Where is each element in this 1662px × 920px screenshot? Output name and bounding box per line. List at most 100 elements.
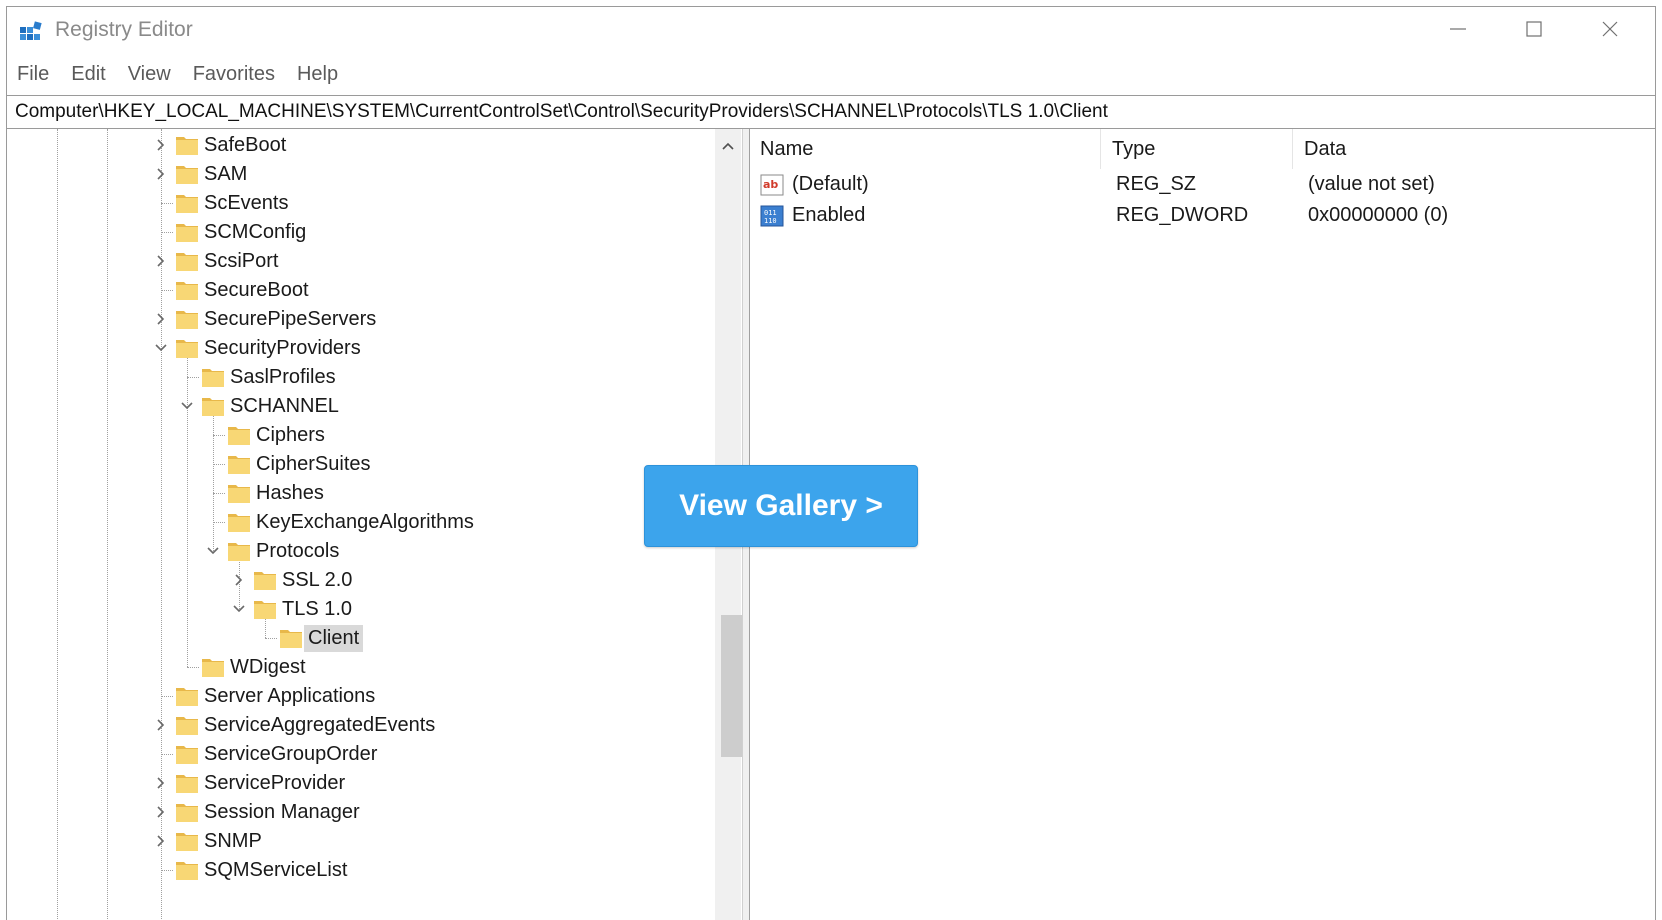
tree-expander[interactable] bbox=[230, 599, 248, 619]
address-input[interactable] bbox=[13, 98, 1649, 126]
tree-branch-line bbox=[213, 435, 225, 436]
tree-node[interactable]: SCHANNEL bbox=[7, 392, 707, 421]
tree-expander[interactable] bbox=[152, 309, 170, 329]
close-icon bbox=[1602, 21, 1618, 37]
tree-expander[interactable] bbox=[152, 164, 170, 184]
folder-icon bbox=[175, 829, 199, 853]
menu-help[interactable]: Help bbox=[286, 57, 349, 93]
tree-expander[interactable] bbox=[152, 831, 170, 851]
value-name: (Default) bbox=[792, 173, 869, 195]
tree-expander[interactable] bbox=[152, 802, 170, 822]
window-title: Registry Editor bbox=[55, 18, 193, 41]
title-bar[interactable]: Registry Editor bbox=[7, 7, 1655, 53]
tree-branch-line bbox=[161, 870, 173, 871]
tree-node[interactable]: SSL 2.0 bbox=[7, 566, 707, 595]
tree-branch-line bbox=[161, 232, 173, 233]
tree-expander[interactable] bbox=[152, 338, 170, 358]
menu-edit[interactable]: Edit bbox=[60, 57, 116, 93]
tree-node[interactable]: TLS 1.0 bbox=[7, 595, 707, 624]
tree-node[interactable]: SecurityProviders bbox=[7, 334, 707, 363]
tree-expander[interactable] bbox=[204, 541, 222, 561]
tree-node-label: Protocols bbox=[256, 540, 340, 562]
tree-node[interactable]: SafeBoot bbox=[7, 131, 707, 160]
tree-node[interactable]: KeyExchangeAlgorithms bbox=[7, 508, 707, 537]
tree-node[interactable]: Ciphers bbox=[7, 421, 707, 450]
list-item[interactable]: 011 110 Enabled REG_DWORD 0x00000000 (0) bbox=[750, 202, 1655, 232]
tree-node[interactable]: SQMServiceList bbox=[7, 856, 707, 885]
tree-node[interactable]: Hashes bbox=[7, 479, 707, 508]
folder-icon bbox=[175, 771, 199, 795]
column-header-name[interactable]: Name bbox=[750, 129, 1101, 169]
tree-node[interactable]: ServiceProvider bbox=[7, 769, 707, 798]
folder-icon bbox=[175, 191, 199, 215]
tree-node-label: SecureBoot bbox=[204, 279, 309, 301]
tree-node-label: ScEvents bbox=[204, 192, 289, 214]
tree-expander[interactable] bbox=[178, 396, 196, 416]
tree-node[interactable]: CipherSuites bbox=[7, 450, 707, 479]
minimize-button[interactable] bbox=[1423, 9, 1493, 49]
folder-icon bbox=[175, 713, 199, 737]
tree-node-label: ServiceGroupOrder bbox=[204, 743, 378, 765]
tree-node-label: ServiceProvider bbox=[204, 772, 346, 794]
tree-node[interactable]: ServiceGroupOrder bbox=[7, 740, 707, 769]
tree-node[interactable]: Protocols bbox=[7, 537, 707, 566]
folder-icon bbox=[227, 539, 251, 563]
tree-node[interactable]: ScsiPort bbox=[7, 247, 707, 276]
menu-favorites[interactable]: Favorites bbox=[182, 57, 286, 93]
folder-icon bbox=[175, 278, 199, 302]
tree-expander[interactable] bbox=[152, 135, 170, 155]
tree-node[interactable]: Server Applications bbox=[7, 682, 707, 711]
menu-view[interactable]: View bbox=[117, 57, 182, 93]
chevron-right-icon bbox=[157, 255, 165, 267]
scroll-up-button[interactable] bbox=[715, 129, 741, 163]
column-header-type[interactable]: Type bbox=[1102, 129, 1293, 169]
menu-file[interactable]: File bbox=[7, 57, 60, 93]
tree-branch-line bbox=[213, 464, 225, 465]
tree-node[interactable]: WDigest bbox=[7, 653, 707, 682]
tree-node-label: Session Manager bbox=[204, 801, 360, 823]
tree-node[interactable]: Session Manager bbox=[7, 798, 707, 827]
tree-expander[interactable] bbox=[152, 715, 170, 735]
folder-icon bbox=[175, 249, 199, 273]
tree-branch-line bbox=[213, 522, 225, 523]
folder-icon bbox=[227, 452, 251, 476]
tree-node-label: SNMP bbox=[204, 830, 262, 852]
tree-node[interactable]: SecureBoot bbox=[7, 276, 707, 305]
tree-node-label: SCHANNEL bbox=[230, 395, 339, 417]
tree-branch-line bbox=[187, 377, 199, 378]
tree-node[interactable]: SNMP bbox=[7, 827, 707, 856]
column-header-data[interactable]: Data bbox=[1294, 129, 1654, 169]
tree-expander[interactable] bbox=[152, 251, 170, 271]
menu-bar: File Edit View Favorites Help bbox=[7, 57, 1655, 93]
maximize-button[interactable] bbox=[1499, 9, 1569, 49]
close-button[interactable] bbox=[1575, 9, 1645, 49]
tree-node[interactable]: SCMConfig bbox=[7, 218, 707, 247]
chevron-down-icon bbox=[207, 547, 219, 555]
tree-node[interactable]: SecurePipeServers bbox=[7, 305, 707, 334]
scroll-thumb[interactable] bbox=[721, 615, 742, 757]
tree-node[interactable]: SAM bbox=[7, 160, 707, 189]
tree-node[interactable]: ServiceAggregatedEvents bbox=[7, 711, 707, 740]
chevron-right-icon bbox=[157, 168, 165, 180]
value-type: REG_SZ bbox=[1116, 173, 1197, 195]
tree-node[interactable]: Client bbox=[7, 624, 707, 653]
tree-expander[interactable] bbox=[230, 570, 248, 590]
chevron-right-icon bbox=[235, 574, 243, 586]
tree-expander[interactable] bbox=[152, 773, 170, 793]
chevron-right-icon bbox=[157, 835, 165, 847]
tree-node-label: CipherSuites bbox=[256, 453, 371, 475]
folder-icon bbox=[175, 336, 199, 360]
tree-node-label: WDigest bbox=[230, 656, 306, 678]
tree-node[interactable]: ScEvents bbox=[7, 189, 707, 218]
tree-branch-line bbox=[187, 667, 199, 668]
view-gallery-button[interactable]: View Gallery > bbox=[644, 465, 918, 547]
tree-branch-line bbox=[265, 638, 277, 639]
chevron-right-icon bbox=[157, 777, 165, 789]
chevron-down-icon bbox=[155, 344, 167, 352]
tree-node[interactable]: SaslProfiles bbox=[7, 363, 707, 392]
maximize-icon bbox=[1526, 21, 1542, 37]
chevron-right-icon bbox=[157, 806, 165, 818]
tree-branch-line bbox=[213, 493, 225, 494]
list-item[interactable]: ab (Default) REG_SZ (value not set) bbox=[750, 171, 1655, 201]
tree-node-label: ScsiPort bbox=[204, 250, 279, 272]
